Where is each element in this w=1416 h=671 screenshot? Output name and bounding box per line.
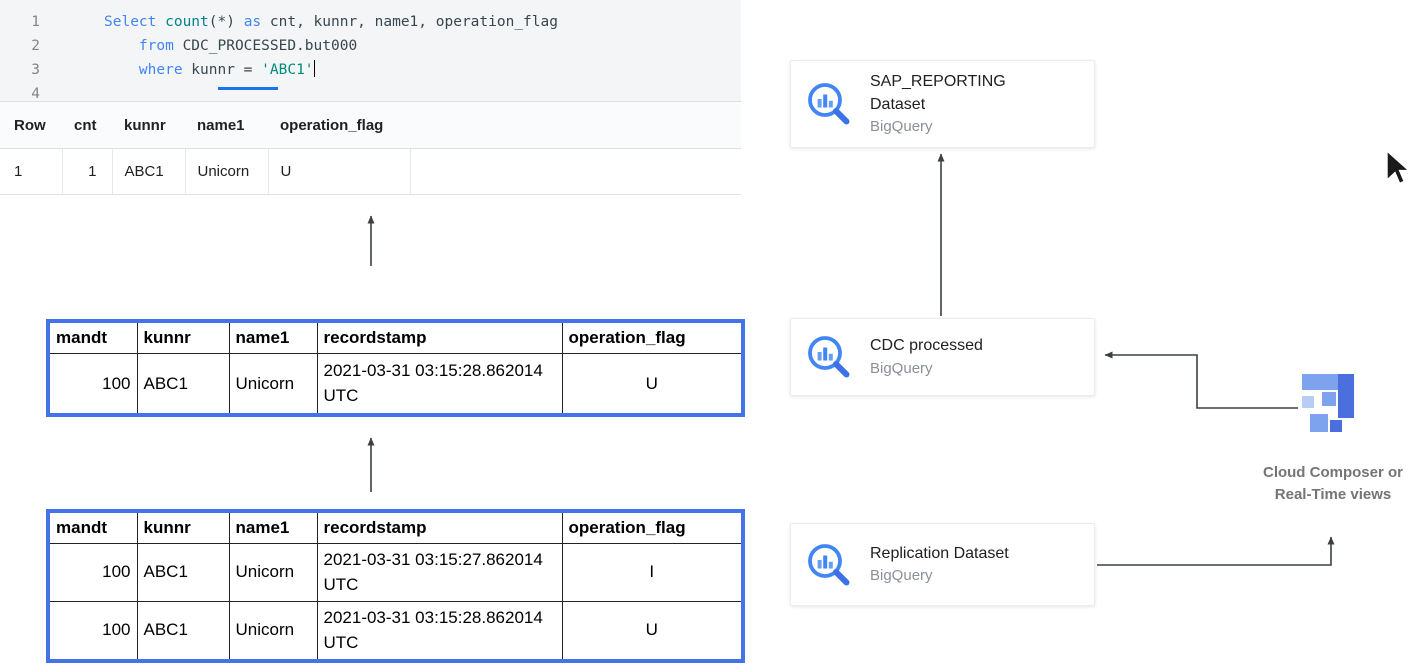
table-cell: 100 xyxy=(48,353,137,415)
table-cell: ABC1 xyxy=(112,149,185,195)
mouse-cursor xyxy=(1385,150,1411,186)
column-header: operation_flag xyxy=(562,511,743,543)
column-header: mandt xyxy=(48,511,137,543)
screenshot-root: 1Select count(*) as cnt, kunnr, name1, o… xyxy=(0,0,1416,671)
table-cell: I xyxy=(562,543,743,601)
card-subtitle: BigQuery xyxy=(870,358,983,379)
column-header: name1 xyxy=(229,511,317,543)
cdc-table-header-row: mandtkunnrname1recordstampoperation_flag xyxy=(48,321,743,353)
replication-dataset-table: mandtkunnrname1recordstampoperation_flag… xyxy=(46,509,745,663)
table-cell: Unicorn xyxy=(229,353,317,415)
composer-label: Cloud Composer or Real-Time views xyxy=(1248,462,1416,506)
table-cell: 100 xyxy=(48,543,137,601)
card-subtitle: BigQuery xyxy=(870,565,1009,586)
line-number: 4 xyxy=(0,82,40,101)
table-cell: ABC1 xyxy=(137,601,229,661)
table-row: 100ABC1Unicorn2021-03-31 03:15:28.862014… xyxy=(48,601,743,661)
code-line: 3 where kunnr = 'ABC1' xyxy=(0,58,741,82)
table-cell: 2021-03-31 03:15:27.862014 UTC xyxy=(317,543,562,601)
table-cell: ABC1 xyxy=(137,353,229,415)
column-header: operation_flag xyxy=(562,321,743,353)
code-line: 2 from CDC_PROCESSED.but000 xyxy=(0,34,741,58)
query-results-table: Rowcntkunnrname1operation_flag 11ABC1Uni… xyxy=(0,101,741,195)
card-title: CDC processed xyxy=(870,335,983,357)
column-header: name1 xyxy=(229,321,317,353)
table-cell-filler xyxy=(410,149,741,195)
replication-table-header-row: mandtkunnrname1recordstampoperation_flag xyxy=(48,511,743,543)
column-header: name1 xyxy=(185,102,268,149)
column-header: recordstamp xyxy=(317,511,562,543)
sql-query-editor[interactable]: 1Select count(*) as cnt, kunnr, name1, o… xyxy=(0,0,741,101)
column-header: kunnr xyxy=(137,511,229,543)
code-text: from CDC_PROCESSED.but000 xyxy=(40,34,357,58)
column-header: mandt xyxy=(48,321,137,353)
table-cell: ABC1 xyxy=(137,543,229,601)
table-cell: U xyxy=(562,353,743,415)
table-row: 11ABC1UnicornU xyxy=(0,149,741,195)
bigquery-icon xyxy=(805,80,853,128)
table-cell: 1 xyxy=(62,149,112,195)
code-line: 1Select count(*) as cnt, kunnr, name1, o… xyxy=(0,10,741,34)
column-header: recordstamp xyxy=(317,321,562,353)
code-text: where kunnr = 'ABC1' xyxy=(40,58,315,82)
table-cell: 2021-03-31 03:15:28.862014 UTC xyxy=(317,353,562,415)
table-cell: Unicorn xyxy=(229,543,317,601)
arrow-composer-to-cdc xyxy=(1105,355,1298,408)
editor-cursor-underline xyxy=(218,87,278,90)
line-number: 2 xyxy=(0,34,40,58)
table-row: 100ABC1Unicorn2021-03-31 03:15:28.862014… xyxy=(48,353,743,415)
column-header-filler xyxy=(410,102,741,149)
composer-label-line2: Real-Time views xyxy=(1248,484,1416,506)
table-cell: 100 xyxy=(48,601,137,661)
text-caret xyxy=(314,60,315,77)
code-line: 4 xyxy=(0,82,741,101)
table-cell: 1 xyxy=(0,149,62,195)
cdc-processed-table: mandtkunnrname1recordstampoperation_flag… xyxy=(46,319,745,417)
line-number: 3 xyxy=(0,58,40,82)
table-cell: U xyxy=(268,149,410,195)
bigquery-icon xyxy=(805,541,853,589)
card-subtitle: BigQuery xyxy=(870,116,1045,137)
code-text xyxy=(40,82,104,101)
column-header: Row xyxy=(0,102,62,149)
table-cell: U xyxy=(562,601,743,661)
column-header: kunnr xyxy=(137,321,229,353)
card-sap-reporting-dataset[interactable]: SAP_REPORTING Dataset BigQuery xyxy=(790,60,1095,148)
column-header: kunnr xyxy=(112,102,185,149)
card-cdc-processed[interactable]: CDC processed BigQuery xyxy=(790,318,1095,396)
line-number: 1 xyxy=(0,10,40,34)
column-header: operation_flag xyxy=(268,102,410,149)
results-header-row: Rowcntkunnrname1operation_flag xyxy=(0,102,741,149)
card-title: SAP_REPORTING Dataset xyxy=(870,71,1045,116)
table-cell: Unicorn xyxy=(229,601,317,661)
table-cell: Unicorn xyxy=(185,149,268,195)
table-cell: 2021-03-31 03:15:28.862014 UTC xyxy=(317,601,562,661)
card-replication-dataset[interactable]: Replication Dataset BigQuery xyxy=(790,523,1095,606)
column-header: cnt xyxy=(62,102,112,149)
sql-editor-lines: 1Select count(*) as cnt, kunnr, name1, o… xyxy=(0,10,741,101)
cloud-composer-icon xyxy=(1298,372,1364,454)
arrow-repl-to-composer xyxy=(1097,537,1331,565)
table-row: 100ABC1Unicorn2021-03-31 03:15:27.862014… xyxy=(48,543,743,601)
composer-label-line1: Cloud Composer or xyxy=(1248,462,1416,484)
code-text: Select count(*) as cnt, kunnr, name1, op… xyxy=(40,10,558,34)
card-title: Replication Dataset xyxy=(870,543,1009,565)
bigquery-icon xyxy=(805,333,853,381)
query-results-panel: Rowcntkunnrname1operation_flag 11ABC1Uni… xyxy=(0,101,741,195)
